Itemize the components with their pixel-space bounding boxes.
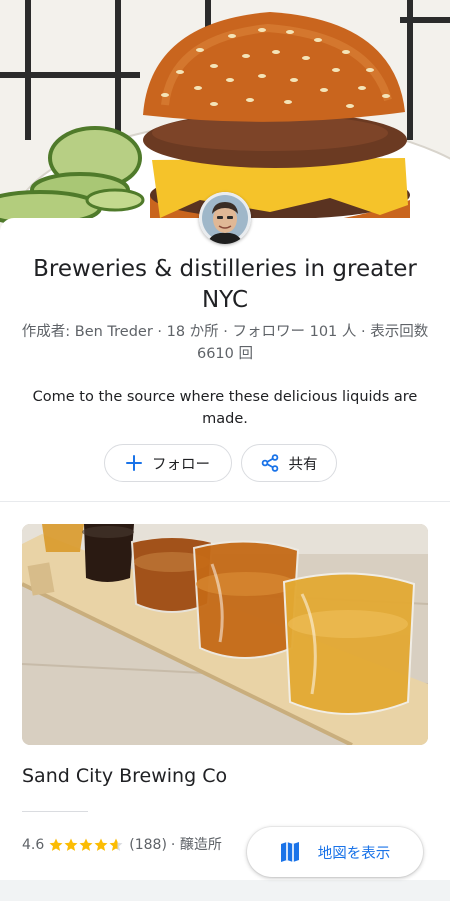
share-button-label: 共有 [288,456,318,473]
author-avatar[interactable] [199,192,251,244]
follow-button-label: フォロー [152,456,210,473]
place-name[interactable]: Sand City Brewing Co [22,763,227,789]
list-meta: 作成者: Ben Treder · 18 か所 · フォロワー 101 人 · … [21,324,429,362]
place-rating-row: 4.6 (188) · 醸造所 [22,835,222,855]
follow-button[interactable]: フォロー [104,444,232,482]
place-category: · 醸造所 [170,837,222,853]
map-icon [280,841,300,863]
place-divider [22,811,88,812]
plus-icon [126,455,142,471]
rating-stars [49,838,125,852]
share-icon [261,454,279,472]
show-map-button[interactable]: 地図を表示 [247,827,423,877]
share-button[interactable]: 共有 [241,444,337,482]
review-count: (188) [129,837,167,853]
list-description: Come to the source where these delicious… [32,389,418,427]
bottom-strip [0,880,450,901]
list-title: Breweries & distilleries in greater NYC [33,256,417,313]
show-map-label: 地図を表示 [317,845,391,862]
section-divider [0,501,450,502]
place-photo[interactable] [22,524,428,745]
rating-value: 4.6 [22,837,45,853]
